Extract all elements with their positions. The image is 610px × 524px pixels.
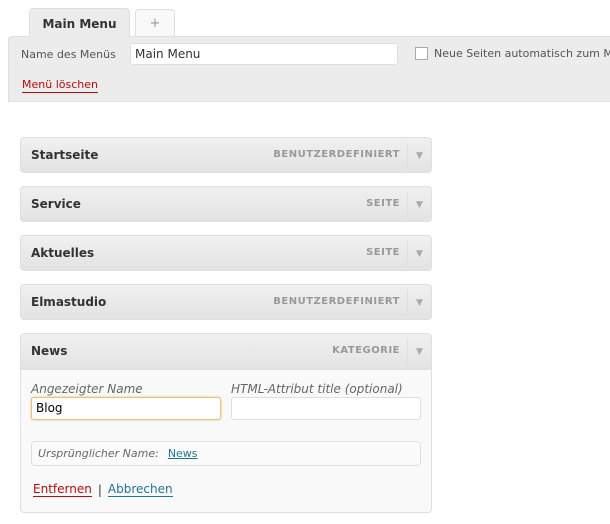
triangle-down-icon[interactable]: ▼ bbox=[407, 290, 431, 316]
cancel-item-link[interactable]: Abbrechen bbox=[107, 482, 173, 497]
menu-item-startseite[interactable]: Startseite BENUTZERDEFINIERT ▼ bbox=[20, 137, 432, 173]
triangle-down-icon[interactable]: ▼ bbox=[407, 192, 431, 218]
menu-item-type: KATEGORIE bbox=[332, 345, 400, 356]
nav-label-caption: Angezeigter Name bbox=[31, 382, 143, 396]
menu-item-title: Startseite bbox=[31, 148, 99, 162]
menu-item-elmastudio[interactable]: Elmastudio BENUTZERDEFINIERT ▼ bbox=[20, 284, 432, 320]
auto-add-pages[interactable]: Neue Seiten automatisch zum M bbox=[415, 47, 610, 60]
nav-label-input[interactable]: Blog bbox=[31, 397, 221, 420]
title-attr-caption: HTML-Attribut title (optional) bbox=[231, 382, 403, 396]
menu-item-type: SEITE bbox=[366, 198, 400, 209]
title-attr-input[interactable] bbox=[231, 397, 421, 420]
menu-item-news-header[interactable]: News KATEGORIE ▼ bbox=[21, 334, 431, 370]
menu-item-aktuelles[interactable]: Aktuelles SEITE ▼ bbox=[20, 235, 432, 271]
menu-item-title: News bbox=[31, 344, 68, 358]
menu-header: Name des Menüs Main Menu Neue Seiten aut… bbox=[8, 36, 610, 102]
auto-add-label: Neue Seiten automatisch zum M bbox=[434, 47, 610, 60]
menu-item-title: Service bbox=[31, 197, 81, 211]
triangle-down-icon[interactable]: ▼ bbox=[407, 241, 431, 267]
menu-item-title: Aktuelles bbox=[31, 246, 95, 260]
triangle-down-icon[interactable]: ▼ bbox=[407, 143, 431, 169]
original-name-box: Ursprünglicher Name: News bbox=[31, 441, 421, 466]
menu-item-type: BENUTZERDEFINIERT bbox=[273, 296, 400, 307]
menu-name-input[interactable]: Main Menu bbox=[130, 43, 398, 65]
item-actions: Entfernen | Abbrechen bbox=[33, 482, 173, 497]
remove-item-link[interactable]: Entfernen bbox=[33, 482, 92, 497]
menu-item-title: Elmastudio bbox=[31, 295, 107, 309]
triangle-down-icon[interactable]: ▼ bbox=[407, 339, 431, 365]
menu-item-service[interactable]: Service SEITE ▼ bbox=[20, 186, 432, 222]
menu-item-news-expanded: News KATEGORIE ▼ Angezeigter Name Blog H… bbox=[20, 333, 432, 513]
add-menu-tab[interactable]: + bbox=[135, 9, 175, 37]
menu-item-type: SEITE bbox=[366, 247, 400, 258]
auto-add-checkbox[interactable] bbox=[415, 47, 428, 60]
menu-tabs: Main Menu + bbox=[0, 0, 610, 38]
delete-menu-link[interactable]: Menü löschen bbox=[22, 78, 98, 93]
tab-main-menu[interactable]: Main Menu bbox=[29, 8, 130, 38]
original-name-link[interactable]: News bbox=[168, 447, 198, 460]
action-separator: | bbox=[97, 482, 102, 497]
menu-item-type: BENUTZERDEFINIERT bbox=[273, 149, 400, 160]
original-name-label: Ursprünglicher Name: bbox=[38, 447, 159, 460]
menu-name-label: Name des Menüs bbox=[21, 48, 116, 61]
